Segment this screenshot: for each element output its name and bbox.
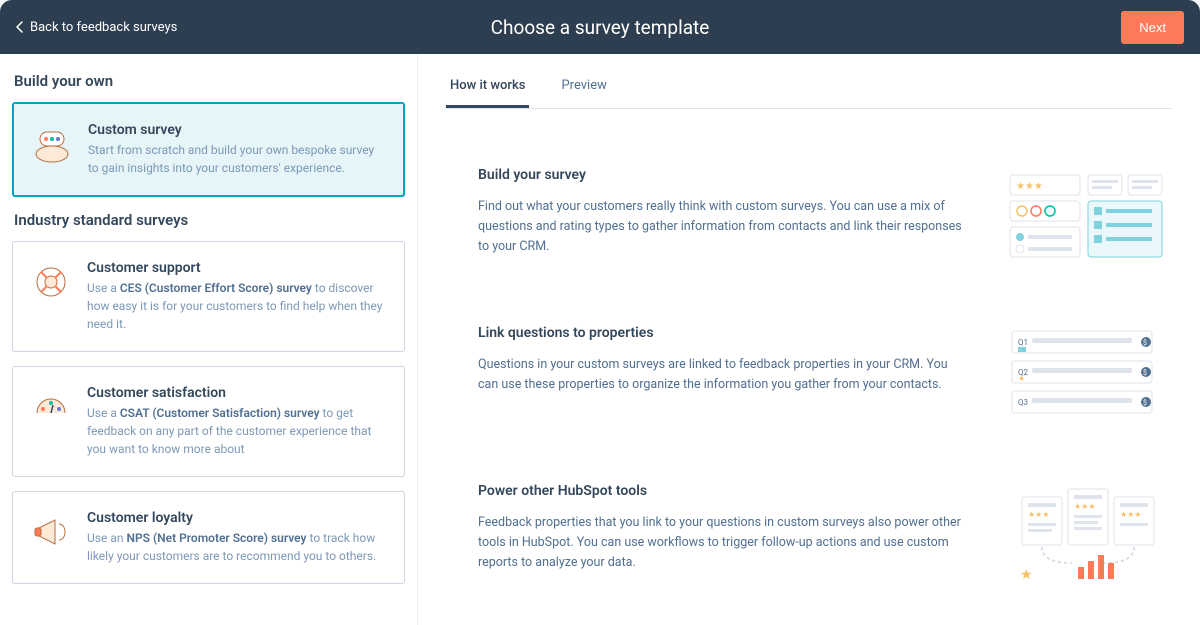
feature-build: Build your survey Find out what your cus… xyxy=(446,167,1172,267)
feature-title: Build your survey xyxy=(478,167,962,183)
svg-text:$: $ xyxy=(1143,399,1147,407)
card-title: Custom survey xyxy=(88,122,387,138)
feature-desc: Feedback properties that you link to you… xyxy=(478,513,962,573)
feature-text: Power other HubSpot tools Feedback prope… xyxy=(446,483,962,573)
tabs: How it works Preview xyxy=(446,78,1172,109)
back-label: Back to feedback surveys xyxy=(30,20,177,35)
card-customer-satisfaction[interactable]: Customer satisfaction Use a CSAT (Custom… xyxy=(12,366,405,477)
card-body: Customer support Use a CES (Customer Eff… xyxy=(87,260,388,333)
card-title: Customer loyalty xyxy=(87,510,388,526)
svg-text:Q1: Q1 xyxy=(1018,338,1028,347)
card-title: Customer satisfaction xyxy=(87,385,388,401)
card-body: Custom survey Start from scratch and bui… xyxy=(88,122,387,177)
tab-how-it-works[interactable]: How it works xyxy=(446,78,529,108)
svg-text:★★★: ★★★ xyxy=(1028,510,1050,519)
feature-desc: Find out what your customers really thin… xyxy=(478,197,962,257)
feature-link: Link questions to properties Questions i… xyxy=(446,325,1172,425)
svg-text:★★★: ★★★ xyxy=(1120,510,1142,519)
feature-title: Link questions to properties xyxy=(478,325,962,341)
svg-text:★★★: ★★★ xyxy=(1074,502,1096,511)
tab-preview[interactable]: Preview xyxy=(557,78,610,108)
sidebar: Build your own Custom survey Start from … xyxy=(0,54,418,625)
build-survey-illustration: ★★★ xyxy=(1002,167,1172,267)
main: Build your own Custom survey Start from … xyxy=(0,54,1200,625)
card-desc: Use a CSAT (Customer Satisfaction) surve… xyxy=(87,404,388,458)
life-ring-icon xyxy=(29,260,73,304)
section-title-build: Build your own xyxy=(12,72,405,90)
header: Back to feedback surveys Choose a survey… xyxy=(0,0,1200,54)
feature-power: Power other HubSpot tools Feedback prope… xyxy=(446,483,1172,583)
section-title-industry: Industry standard surveys xyxy=(12,211,405,229)
card-desc: Use a CES (Customer Effort Score) survey… xyxy=(87,279,388,333)
feature-title: Power other HubSpot tools xyxy=(478,483,962,499)
feature-desc: Questions in your custom surveys are lin… xyxy=(478,355,962,395)
next-button[interactable]: Next xyxy=(1121,11,1184,44)
card-body: Customer satisfaction Use a CSAT (Custom… xyxy=(87,385,388,458)
content: How it works Preview Build your survey F… xyxy=(418,54,1200,625)
back-link[interactable]: Back to feedback surveys xyxy=(16,20,177,35)
card-body: Customer loyalty Use an NPS (Net Promote… xyxy=(87,510,388,565)
card-desc: Start from scratch and build your own be… xyxy=(88,141,387,177)
svg-text:★★★: ★★★ xyxy=(1016,181,1043,192)
svg-text:★: ★ xyxy=(1018,374,1025,383)
svg-text:$: $ xyxy=(1143,339,1147,347)
card-desc: Use an NPS (Net Promoter Score) survey t… xyxy=(87,529,388,565)
card-custom-survey[interactable]: Custom survey Start from scratch and bui… xyxy=(12,102,405,197)
card-customer-support[interactable]: Customer support Use a CES (Customer Eff… xyxy=(12,241,405,352)
svg-text:Q3: Q3 xyxy=(1018,398,1028,407)
gauge-icon xyxy=(29,385,73,429)
svg-text:★: ★ xyxy=(1020,567,1033,583)
page-title: Choose a survey template xyxy=(491,16,710,39)
feature-text: Build your survey Find out what your cus… xyxy=(446,167,962,257)
custom-survey-icon xyxy=(30,122,74,166)
svg-text:$: $ xyxy=(1143,369,1147,377)
card-customer-loyalty[interactable]: Customer loyalty Use an NPS (Net Promote… xyxy=(12,491,405,584)
megaphone-icon xyxy=(29,510,73,554)
power-tools-illustration: ★★★ ★★★ ★★★ ★ xyxy=(1002,483,1172,583)
card-title: Customer support xyxy=(87,260,388,276)
link-questions-illustration: Q1$ Q2$ ★ Q3$ xyxy=(1002,325,1172,425)
feature-text: Link questions to properties Questions i… xyxy=(446,325,962,395)
chevron-left-icon xyxy=(16,21,24,33)
